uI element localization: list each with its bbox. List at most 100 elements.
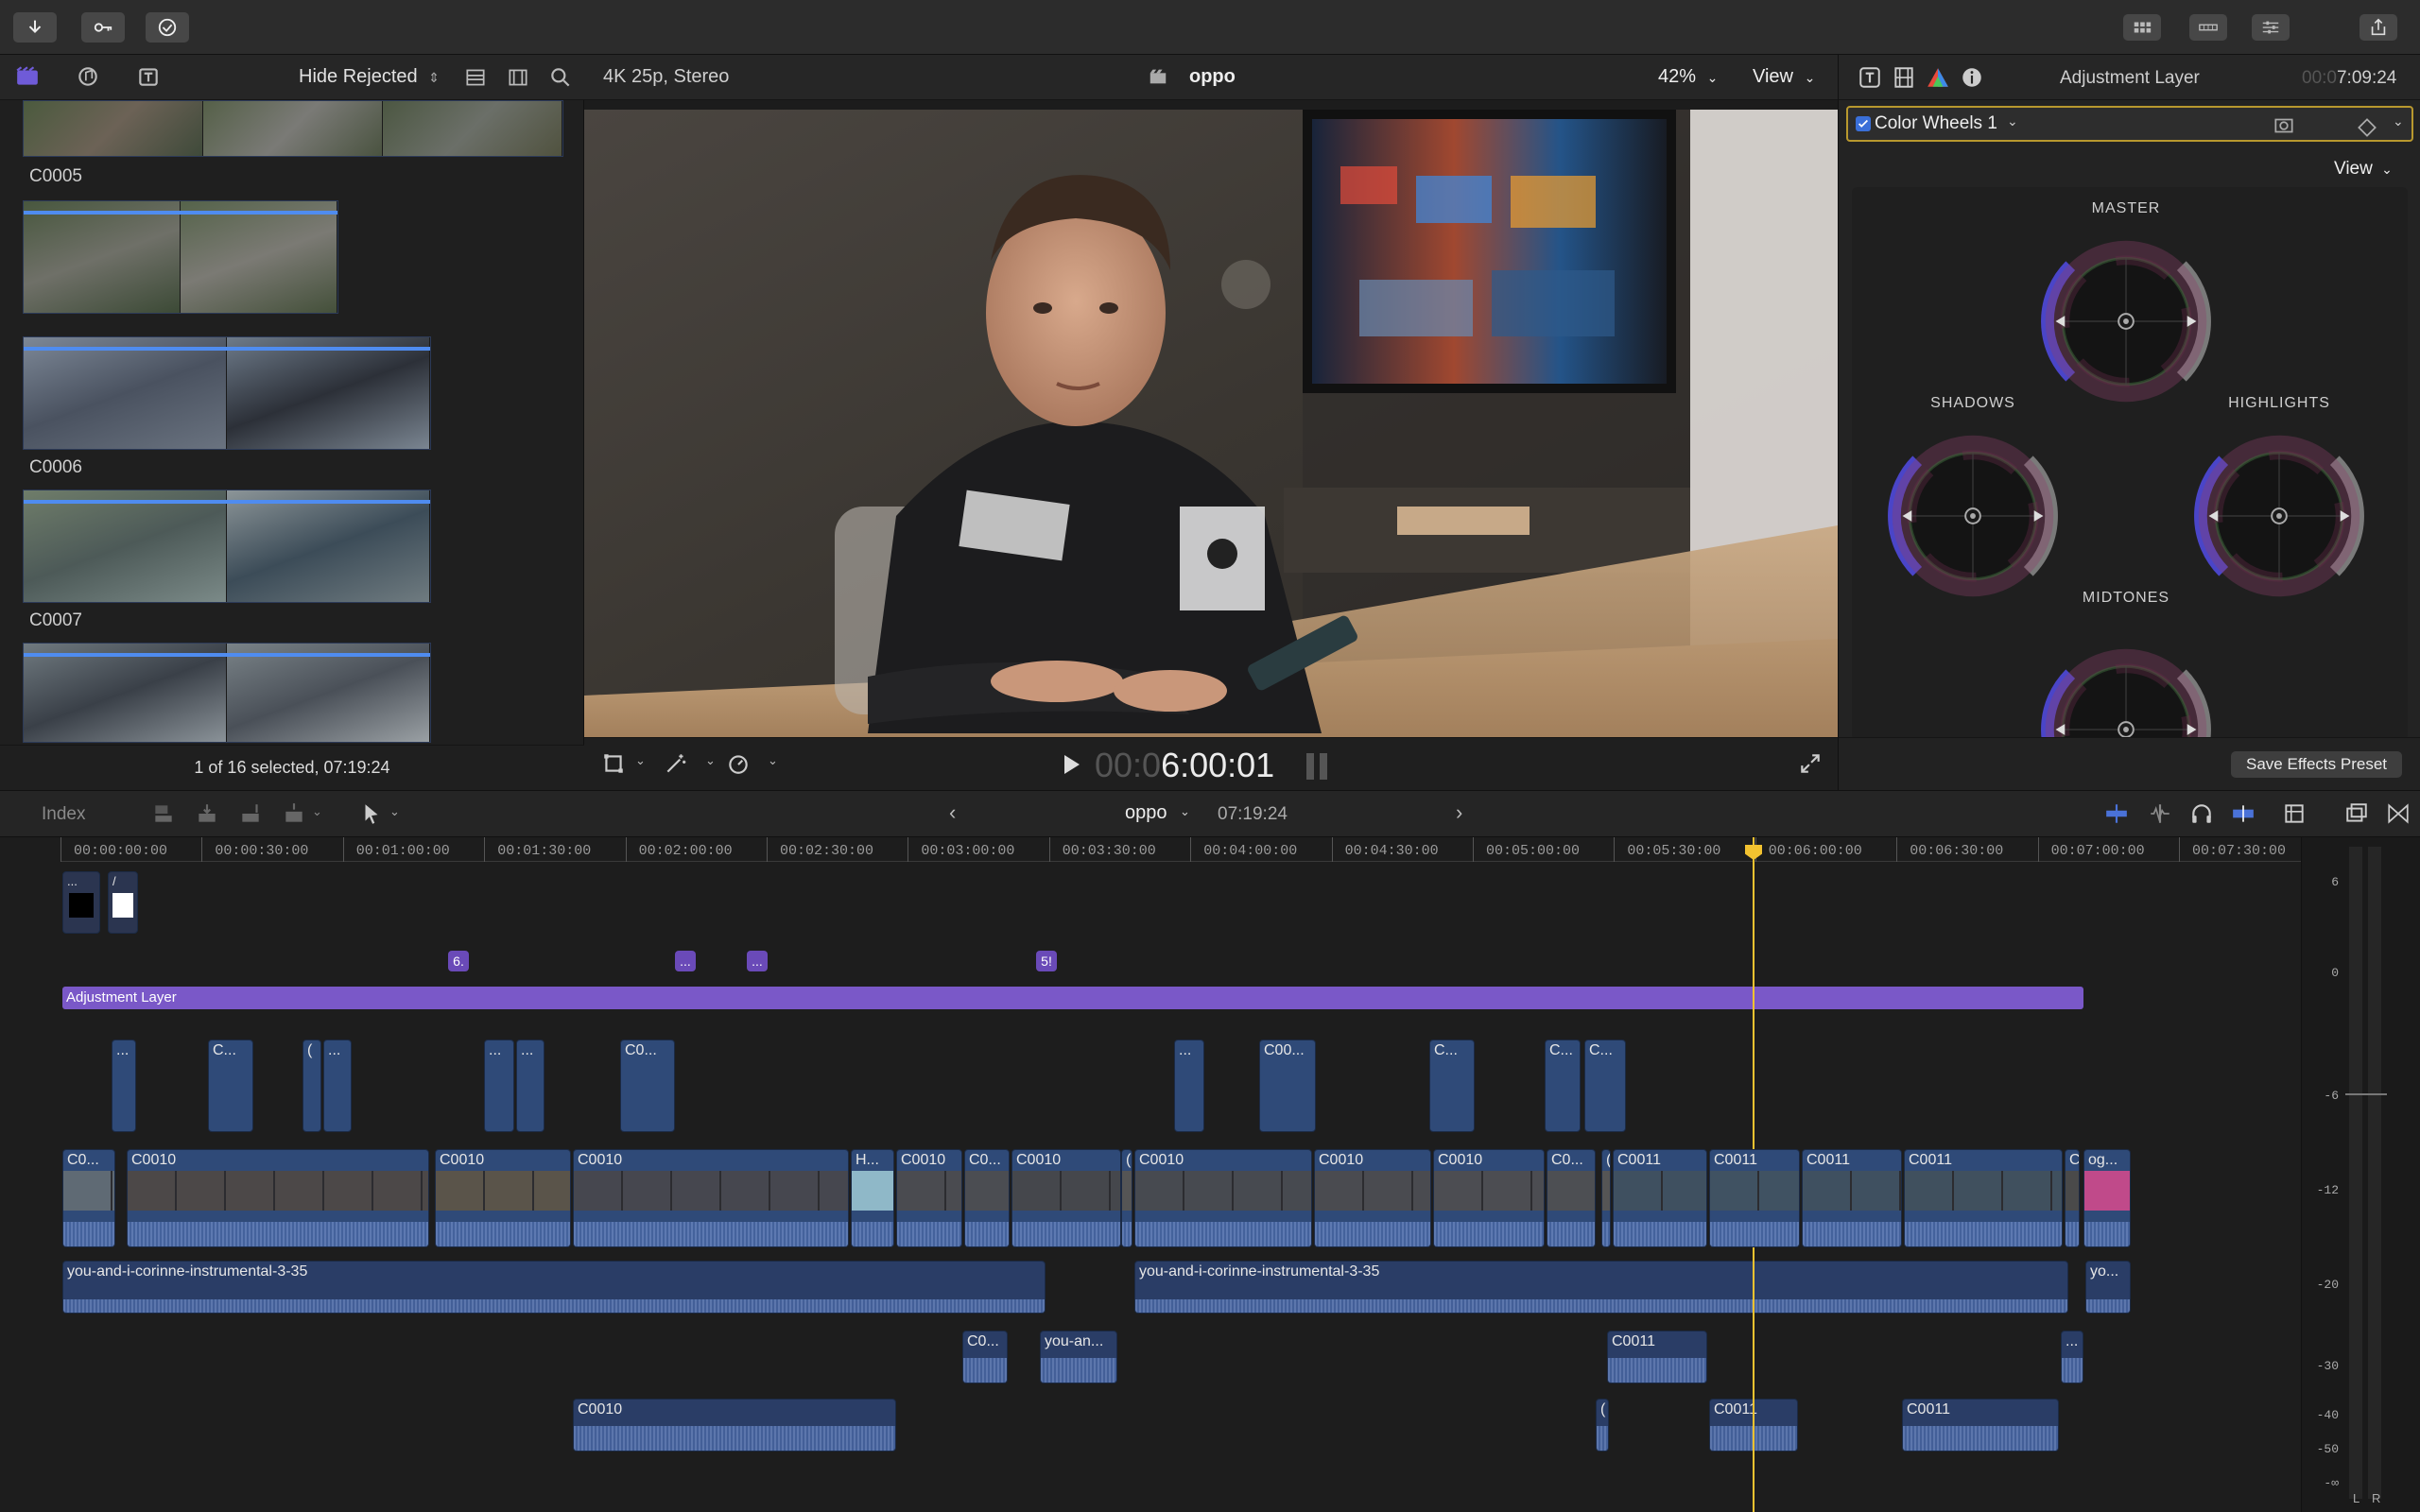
index-button[interactable]: Index <box>42 804 85 825</box>
chevron-down-icon[interactable]: ⌄ <box>705 753 716 768</box>
storyline-clip[interactable]: C0010 <box>573 1149 849 1247</box>
storyline-clip[interactable]: C0... <box>62 1149 115 1247</box>
connected-clip[interactable]: C0... <box>620 1040 675 1132</box>
transform-button[interactable] <box>601 751 626 776</box>
marker[interactable]: 6. <box>448 951 469 971</box>
color-wheel[interactable] <box>1880 423 2066 609</box>
import-button[interactable] <box>13 12 57 43</box>
storyline-clip[interactable]: og... <box>2083 1149 2131 1247</box>
chevron-down-icon[interactable]: ⌄ <box>768 753 778 768</box>
color-inspector-tab[interactable] <box>1926 65 1950 90</box>
snapping-button[interactable] <box>2231 801 2256 826</box>
audio-clip[interactable]: ( <box>1596 1399 1609 1452</box>
search-button[interactable] <box>548 65 573 90</box>
effect-row-color-wheels[interactable]: Color Wheels 1 ⌄ ⌄ <box>1846 106 2413 142</box>
storyline-clip[interactable]: C0011 <box>1709 1149 1800 1247</box>
insert-clip-button[interactable] <box>195 801 219 826</box>
clip-thumbnail-untitled[interactable] <box>23 200 338 314</box>
clip-thumbnail-c0005[interactable] <box>23 100 563 157</box>
audio-clip[interactable]: C0011 <box>1902 1399 2059 1452</box>
effect-enable-checkbox[interactable] <box>1856 116 1871 131</box>
clip-thumbnail-c0007[interactable] <box>23 490 431 603</box>
skimming-button[interactable] <box>2104 801 2129 826</box>
mask-button[interactable] <box>2272 113 2296 138</box>
clip-appearance-timeline-button[interactable] <box>2282 801 2307 826</box>
connected-clip[interactable]: ... <box>323 1040 352 1132</box>
audio-clip[interactable]: C0... <box>962 1331 1008 1383</box>
retime-button[interactable] <box>726 751 751 776</box>
select-tool-button[interactable] <box>359 801 384 826</box>
adjustment-layer-clip[interactable]: Adjustment Layer <box>62 987 2083 1009</box>
music-clip[interactable]: you-and-i-corinne-instrumental-3-35 <box>62 1261 1046 1314</box>
inspector-toggle-button[interactable] <box>2252 14 2290 41</box>
titles-generators-button[interactable] <box>136 64 161 89</box>
color-wheel[interactable] <box>2033 229 2219 414</box>
storyline-clip[interactable]: ( <box>1121 1149 1132 1247</box>
audio-clip[interactable]: you-an... <box>1040 1331 1117 1383</box>
append-clip-button[interactable] <box>238 801 263 826</box>
view-dropdown[interactable]: View ⌄ <box>1753 66 1815 88</box>
marker[interactable]: 5! <box>1036 951 1057 971</box>
chevron-down-icon[interactable]: ⌄ <box>389 804 400 819</box>
audio-clip[interactable]: ... <box>2061 1331 2083 1383</box>
connected-clip[interactable]: ... <box>112 1040 136 1132</box>
audio-skimming-button[interactable] <box>2148 801 2172 826</box>
info-inspector-tab[interactable] <box>1960 65 1984 90</box>
audio-clip[interactable]: C0010 <box>573 1399 896 1452</box>
storyline-clip[interactable]: C0010 <box>896 1149 962 1247</box>
text-inspector-tab[interactable] <box>1858 65 1882 90</box>
filter-dropdown[interactable]: Hide Rejected ⇕ <box>299 66 440 88</box>
filmstrip-view-button[interactable] <box>506 65 530 90</box>
storyline-clip[interactable]: C0010 <box>127 1149 429 1247</box>
connected-clip[interactable]: ( <box>302 1040 321 1132</box>
chevron-down-icon[interactable]: ⌄ <box>1180 804 1190 819</box>
video-frame[interactable] <box>584 110 1838 737</box>
zoom-dropdown[interactable]: 42% ⌄ <box>1658 66 1718 88</box>
chevron-down-icon[interactable]: ⌄ <box>2393 113 2404 129</box>
storyline-clip[interactable]: H... <box>851 1149 894 1247</box>
title-clip[interactable]: / <box>108 871 138 934</box>
timeline-index-toggle[interactable] <box>2344 801 2369 826</box>
timeline-ruler[interactable]: 00:00:00:00 00:00:30:00 00:01:00:00 00:01:3… <box>60 837 2301 862</box>
storyline-clip[interactable]: C0010 <box>1314 1149 1431 1247</box>
music-clip[interactable]: yo... <box>2085 1261 2131 1314</box>
timeline-project-name[interactable]: oppo <box>1125 802 1167 824</box>
share-button[interactable] <box>2360 14 2397 41</box>
wheels-view-dropdown[interactable]: View ⌄ <box>2334 159 2393 180</box>
audio-clip[interactable]: C0011 <box>1607 1331 1707 1383</box>
storyline-clip[interactable]: C0010 <box>435 1149 571 1247</box>
connected-clip[interactable]: C... <box>1545 1040 1581 1132</box>
storyline-clip[interactable]: C0010 <box>1134 1149 1312 1247</box>
connected-clip[interactable]: C... <box>1429 1040 1475 1132</box>
storyline-clip[interactable]: C0... <box>1547 1149 1596 1247</box>
storyline-clip[interactable]: C0011 <box>1904 1149 2063 1247</box>
connect-clip-button[interactable] <box>151 801 176 826</box>
chevron-down-icon[interactable]: ⌄ <box>635 753 646 768</box>
layout-button-2[interactable] <box>2189 14 2227 41</box>
clip-thumbnail-c0006[interactable] <box>23 336 431 450</box>
enhance-button[interactable] <box>664 751 688 776</box>
solo-button[interactable] <box>2189 801 2214 826</box>
connected-clip[interactable]: C... <box>208 1040 253 1132</box>
connected-clip[interactable]: ... <box>1174 1040 1204 1132</box>
video-inspector-tab[interactable] <box>1892 65 1916 90</box>
chevron-down-icon[interactable]: ⌄ <box>312 804 322 819</box>
back-button[interactable]: ‹ <box>949 800 956 825</box>
storyline-clip[interactable]: C0010 <box>1011 1149 1121 1247</box>
timecode-display[interactable]: 00:06:00:01 <box>1095 746 1274 785</box>
effects-browser-toggle[interactable] <box>2386 801 2411 826</box>
play-button[interactable] <box>1064 755 1080 774</box>
keyframe-button[interactable] <box>2355 115 2379 140</box>
photos-audio-button[interactable] <box>76 64 100 89</box>
overwrite-clip-button[interactable] <box>282 801 306 826</box>
background-tasks-button[interactable] <box>146 12 189 43</box>
storyline-clip[interactable]: C0010 <box>1433 1149 1545 1247</box>
connected-clip[interactable]: ... <box>484 1040 514 1132</box>
storyline-clip[interactable]: C0011 <box>1613 1149 1707 1247</box>
keywords-button[interactable] <box>81 12 125 43</box>
storyline-clip[interactable]: C <box>2065 1149 2080 1247</box>
fullscreen-button[interactable] <box>1798 751 1823 776</box>
forward-button[interactable]: › <box>1456 800 1462 825</box>
color-wheel[interactable] <box>2187 423 2372 609</box>
color-wheel[interactable] <box>2033 637 2219 740</box>
